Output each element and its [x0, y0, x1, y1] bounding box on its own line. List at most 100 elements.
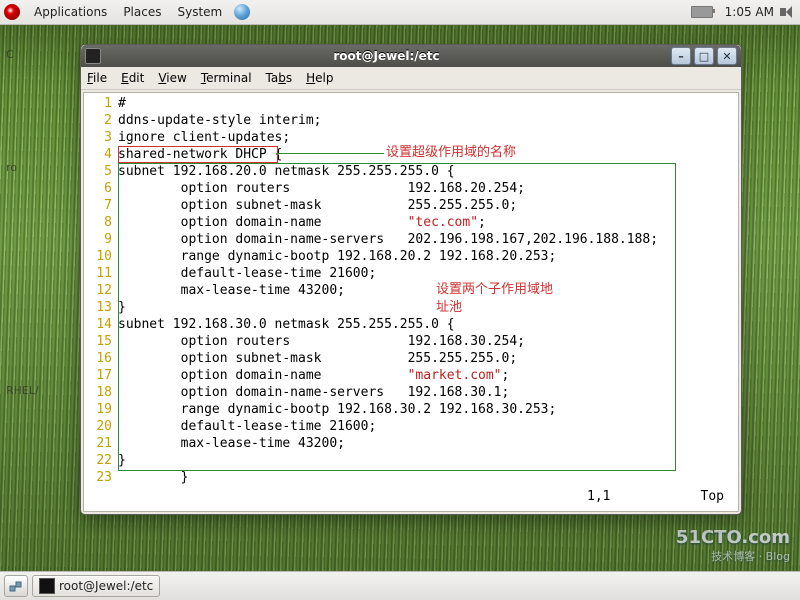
code-text: option routers 192.168.20.254;: [118, 180, 734, 197]
line-number: 16: [84, 350, 118, 367]
code-line: 5subnet 192.168.20.0 netmask 255.255.255…: [84, 163, 734, 180]
code-line: 11 default-lease-time 21600;: [84, 265, 734, 282]
line-number: 12: [84, 282, 118, 299]
menu-edit[interactable]: Edit: [121, 71, 144, 85]
gnome-bottom-panel: root@Jewel:/etc: [0, 571, 800, 600]
line-number: 7: [84, 197, 118, 214]
line-number: 15: [84, 333, 118, 350]
line-number: 20: [84, 418, 118, 435]
desktop-icons-edge: C ro RHEL/: [6, 48, 39, 457]
window-system-menu-icon[interactable]: [85, 48, 101, 64]
code-text: default-lease-time 21600;: [118, 418, 734, 435]
menu-file[interactable]: File: [87, 71, 107, 85]
redhat-logo-icon: [4, 4, 20, 20]
code-text: }: [118, 469, 734, 486]
code-text: shared-network DHCP {: [118, 146, 734, 163]
line-number: 8: [84, 214, 118, 231]
code-line: 6 option routers 192.168.20.254;: [84, 180, 734, 197]
code-text: #: [118, 95, 734, 112]
code-text: range dynamic-bootp 192.168.20.2 192.168…: [118, 248, 734, 265]
code-line: 12 max-lease-time 43200;: [84, 282, 734, 299]
line-number: 1: [84, 95, 118, 112]
battery-icon[interactable]: [691, 6, 713, 18]
line-number: 9: [84, 231, 118, 248]
window-titlebar[interactable]: root@Jewel:/etc – □ ✕: [81, 45, 741, 67]
code-line: 10 range dynamic-bootp 192.168.20.2 192.…: [84, 248, 734, 265]
code-text: ignore client-updates;: [118, 129, 734, 146]
menu-terminal[interactable]: Terminal: [201, 71, 252, 85]
code-text: }: [118, 299, 734, 316]
code-line: 21 max-lease-time 43200;: [84, 435, 734, 452]
taskbar-entry-label: root@Jewel:/etc: [59, 579, 153, 593]
gnome-top-panel: Applications Places System 1:05 AM: [0, 0, 800, 25]
code-line: 19 range dynamic-bootp 192.168.30.2 192.…: [84, 401, 734, 418]
string-literal: "tec.com": [408, 215, 478, 230]
line-number: 11: [84, 265, 118, 282]
volume-icon[interactable]: [780, 4, 796, 20]
line-number: 5: [84, 163, 118, 180]
line-number: 14: [84, 316, 118, 333]
code-line: 7 option subnet-mask 255.255.255.0;: [84, 197, 734, 214]
code-line: 4shared-network DHCP {: [84, 146, 734, 163]
line-number: 4: [84, 146, 118, 163]
vim-status-line: 1,1 Top: [84, 488, 738, 509]
close-button[interactable]: ✕: [717, 47, 737, 65]
string-literal: "market.com": [408, 368, 502, 383]
line-number: 13: [84, 299, 118, 316]
code-text: ddns-update-style interim;: [118, 112, 734, 129]
code-line: 15 option routers 192.168.30.254;: [84, 333, 734, 350]
code-line: 2ddns-update-style interim;: [84, 112, 734, 129]
minimize-button[interactable]: –: [671, 47, 691, 65]
applications-menu[interactable]: Applications: [26, 5, 115, 19]
places-menu[interactable]: Places: [115, 5, 169, 19]
web-browser-launcher-icon[interactable]: [234, 4, 250, 20]
line-number: 6: [84, 180, 118, 197]
code-line: 9 option domain-name-servers 202.196.198…: [84, 231, 734, 248]
code-line: 13}: [84, 299, 734, 316]
code-line: 8 option domain-name "tec.com";: [84, 214, 734, 231]
terminal-menubar: File Edit View Terminal Tabs Help: [81, 67, 741, 90]
show-desktop-icon: [9, 579, 23, 593]
menu-help[interactable]: Help: [306, 71, 333, 85]
cursor-position: 1,1: [587, 488, 610, 505]
line-number: 19: [84, 401, 118, 418]
menu-view[interactable]: View: [158, 71, 186, 85]
code-text: option domain-name-servers 192.168.30.1;: [118, 384, 734, 401]
code-line: 22}: [84, 452, 734, 469]
code-text: option domain-name-servers 202.196.198.1…: [118, 231, 734, 248]
line-number: 10: [84, 248, 118, 265]
system-menu[interactable]: System: [169, 5, 230, 19]
window-title: root@Jewel:/etc: [105, 49, 668, 63]
code-text: subnet 192.168.30.0 netmask 255.255.255.…: [118, 316, 734, 333]
terminal-window: root@Jewel:/etc – □ ✕ File Edit View Ter…: [80, 44, 742, 515]
code-text: default-lease-time 21600;: [118, 265, 734, 282]
code-line: 3ignore client-updates;: [84, 129, 734, 146]
code-line: 18 option domain-name-servers 192.168.30…: [84, 384, 734, 401]
code-text: option subnet-mask 255.255.255.0;: [118, 197, 734, 214]
line-number: 21: [84, 435, 118, 452]
code-text: option domain-name "market.com";: [118, 367, 734, 384]
code-text: option routers 192.168.30.254;: [118, 333, 734, 350]
code-line: 20 default-lease-time 21600;: [84, 418, 734, 435]
terminal-icon: [39, 578, 55, 594]
code-text: }: [118, 452, 734, 469]
terminal-viewport[interactable]: 1#2ddns-update-style interim;3ignore cli…: [83, 92, 739, 512]
taskbar-entry-terminal[interactable]: root@Jewel:/etc: [32, 575, 160, 597]
watermark: 51CTO.com 技术博客 · Blog: [676, 527, 790, 564]
code-text: range dynamic-bootp 192.168.30.2 192.168…: [118, 401, 734, 418]
line-number: 2: [84, 112, 118, 129]
line-number: 17: [84, 367, 118, 384]
maximize-button[interactable]: □: [694, 47, 714, 65]
code-line: 16 option subnet-mask 255.255.255.0;: [84, 350, 734, 367]
menu-tabs[interactable]: Tabs: [266, 71, 293, 85]
code-text: max-lease-time 43200;: [118, 282, 734, 299]
line-number: 22: [84, 452, 118, 469]
show-desktop-button[interactable]: [4, 575, 28, 597]
line-number: 3: [84, 129, 118, 146]
code-line: 17 option domain-name "market.com";: [84, 367, 734, 384]
line-number: 23: [84, 469, 118, 486]
clock[interactable]: 1:05 AM: [725, 5, 774, 19]
code-text: option domain-name "tec.com";: [118, 214, 734, 231]
code-line: 1#: [84, 95, 734, 112]
code-line: 23 }: [84, 469, 734, 486]
